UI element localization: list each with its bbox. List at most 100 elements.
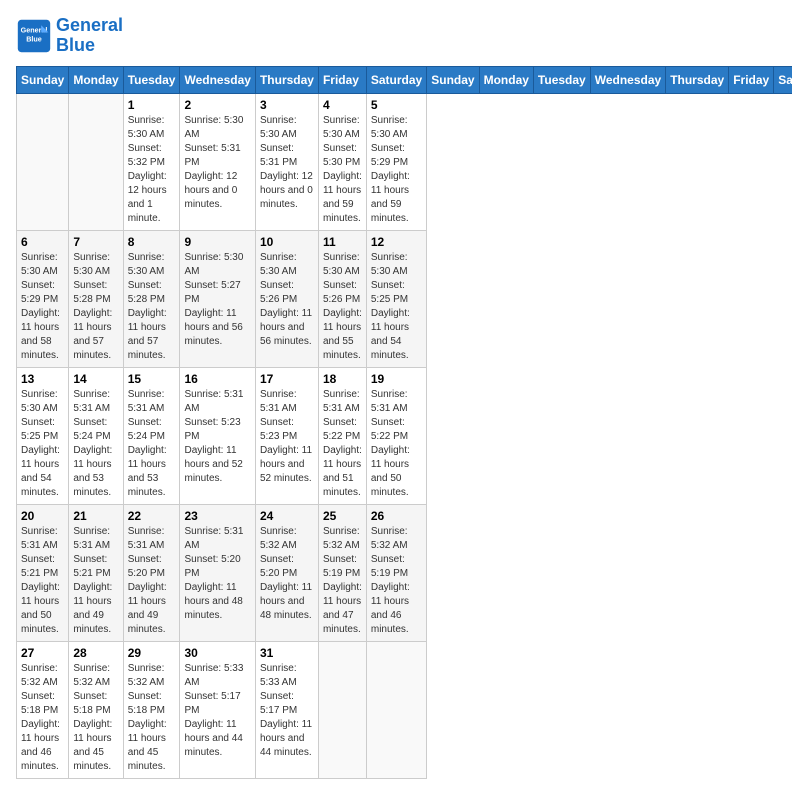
calendar-cell: 10 Sunrise: 5:30 AMSunset: 5:26 PMDayligh…	[255, 230, 318, 367]
calendar-cell: 30 Sunrise: 5:33 AMSunset: 5:17 PMDayligh…	[180, 641, 255, 778]
day-number: 30	[184, 646, 250, 660]
calendar-cell: 3 Sunrise: 5:30 AMSunset: 5:31 PMDaylight…	[255, 93, 318, 230]
day-detail: Sunrise: 5:32 AMSunset: 5:18 PMDaylight:…	[73, 662, 118, 774]
calendar-cell: 31 Sunrise: 5:33 AMSunset: 5:17 PMDayligh…	[255, 641, 318, 778]
calendar-cell: 26Sunrise: 5:32 AMSunset: 5:19 PMDayligh…	[366, 504, 426, 641]
calendar-cell: 19 Sunrise: 5:31 AMSunset: 5:22 PMDayligh…	[366, 367, 426, 504]
day-detail: Sunrise: 5:31 AMSunset: 5:22 PMDaylight:…	[323, 388, 362, 500]
calendar-cell: 14 Sunrise: 5:31 AMSunset: 5:24 PMDayligh…	[69, 367, 123, 504]
calendar-cell: 20 Sunrise: 5:31 AMSunset: 5:21 PMDayligh…	[17, 504, 69, 641]
day-detail: Sunrise: 5:31 AMSunset: 5:23 PMDaylight:…	[184, 388, 250, 486]
day-detail: Sunrise: 5:30 AMSunset: 5:27 PMDaylight:…	[184, 251, 250, 349]
day-number: 27	[21, 646, 64, 660]
calendar-cell: 21 Sunrise: 5:31 AMSunset: 5:21 PMDayligh…	[69, 504, 123, 641]
column-header-thursday: Thursday	[255, 66, 318, 93]
day-number: 4	[323, 98, 362, 112]
day-number: 19	[371, 372, 422, 386]
column-header-tuesday: Tuesday	[533, 66, 590, 93]
day-number: 2	[184, 98, 250, 112]
day-number: 11	[323, 235, 362, 249]
day-detail: Sunrise: 5:31 AMSunset: 5:21 PMDaylight:…	[21, 525, 64, 637]
day-detail: Sunrise: 5:32 AMSunset: 5:18 PMDaylight:…	[21, 662, 64, 774]
day-detail: Sunrise: 5:30 AMSunset: 5:28 PMDaylight:…	[128, 251, 176, 363]
calendar-cell: 13Sunrise: 5:30 AMSunset: 5:25 PMDayligh…	[17, 367, 69, 504]
calendar-cell: 29Sunrise: 5:32 AMSunset: 5:18 PMDayligh…	[123, 641, 180, 778]
day-number: 5	[371, 98, 422, 112]
day-detail: Sunrise: 5:31 AMSunset: 5:23 PMDaylight:…	[260, 388, 314, 486]
day-number: 12	[371, 235, 422, 249]
day-detail: Sunrise: 5:30 AMSunset: 5:25 PMDaylight:…	[21, 388, 64, 500]
day-detail: Sunrise: 5:32 AMSunset: 5:20 PMDaylight:…	[260, 525, 314, 623]
calendar-cell: 11Sunrise: 5:30 AMSunset: 5:26 PMDayligh…	[318, 230, 366, 367]
logo-general: General	[56, 15, 123, 35]
calendar-cell	[69, 93, 123, 230]
day-number: 3	[260, 98, 314, 112]
day-detail: Sunrise: 5:32 AMSunset: 5:19 PMDaylight:…	[323, 525, 362, 637]
day-number: 18	[323, 372, 362, 386]
day-detail: Sunrise: 5:31 AMSunset: 5:20 PMDaylight:…	[184, 525, 250, 623]
day-number: 8	[128, 235, 176, 249]
day-detail: Sunrise: 5:30 AMSunset: 5:29 PMDaylight:…	[21, 251, 64, 363]
calendar-cell: 16 Sunrise: 5:31 AMSunset: 5:23 PMDayligh…	[180, 367, 255, 504]
day-number: 10	[260, 235, 314, 249]
day-number: 31	[260, 646, 314, 660]
day-detail: Sunrise: 5:30 AMSunset: 5:26 PMDaylight:…	[260, 251, 314, 349]
calendar-week-row: 20 Sunrise: 5:31 AMSunset: 5:21 PMDayligh…	[17, 504, 792, 641]
day-detail: Sunrise: 5:31 AMSunset: 5:21 PMDaylight:…	[73, 525, 118, 637]
day-number: 25	[323, 509, 362, 523]
column-header-tuesday: Tuesday	[123, 66, 180, 93]
day-number: 16	[184, 372, 250, 386]
calendar-table: SundayMondayTuesdayWednesdayThursdayFrid…	[16, 66, 792, 779]
day-number: 28	[73, 646, 118, 660]
column-header-monday: Monday	[479, 66, 533, 93]
day-detail: Sunrise: 5:30 AMSunset: 5:28 PMDaylight:…	[73, 251, 118, 363]
column-header-friday: Friday	[318, 66, 366, 93]
calendar-cell: 15Sunrise: 5:31 AMSunset: 5:24 PMDayligh…	[123, 367, 180, 504]
day-number: 21	[73, 509, 118, 523]
column-header-friday: Friday	[729, 66, 774, 93]
day-detail: Sunrise: 5:30 AMSunset: 5:31 PMDaylight:…	[260, 114, 314, 212]
column-header-saturday: Saturday	[366, 66, 426, 93]
day-detail: Sunrise: 5:30 AMSunset: 5:30 PMDaylight:…	[323, 114, 362, 226]
day-detail: Sunrise: 5:30 AMSunset: 5:31 PMDaylight:…	[184, 114, 250, 212]
calendar-cell: 27 Sunrise: 5:32 AMSunset: 5:18 PMDayligh…	[17, 641, 69, 778]
calendar-cell: 28 Sunrise: 5:32 AMSunset: 5:18 PMDayligh…	[69, 641, 123, 778]
day-detail: Sunrise: 5:31 AMSunset: 5:20 PMDaylight:…	[128, 525, 176, 637]
day-detail: Sunrise: 5:33 AMSunset: 5:17 PMDaylight:…	[184, 662, 250, 760]
day-number: 23	[184, 509, 250, 523]
calendar-cell: 8 Sunrise: 5:30 AMSunset: 5:28 PMDaylight…	[123, 230, 180, 367]
column-header-sunday: Sunday	[17, 66, 69, 93]
calendar-cell: 17Sunrise: 5:31 AMSunset: 5:23 PMDayligh…	[255, 367, 318, 504]
calendar-cell: 9Sunrise: 5:30 AMSunset: 5:27 PMDaylight…	[180, 230, 255, 367]
day-detail: Sunrise: 5:30 AMSunset: 5:29 PMDaylight:…	[371, 114, 422, 226]
calendar-cell: 12 Sunrise: 5:30 AMSunset: 5:25 PMDayligh…	[366, 230, 426, 367]
calendar-cell: 2 Sunrise: 5:30 AMSunset: 5:31 PMDaylight…	[180, 93, 255, 230]
day-number: 24	[260, 509, 314, 523]
calendar-cell: 6Sunrise: 5:30 AMSunset: 5:29 PMDaylight…	[17, 230, 69, 367]
day-detail: Sunrise: 5:31 AMSunset: 5:24 PMDaylight:…	[73, 388, 118, 500]
calendar-header-row: SundayMondayTuesdayWednesdayThursdayFrid…	[17, 66, 792, 93]
day-detail: Sunrise: 5:31 AMSunset: 5:22 PMDaylight:…	[371, 388, 422, 500]
calendar-cell: 5 Sunrise: 5:30 AMSunset: 5:29 PMDaylight…	[366, 93, 426, 230]
day-number: 20	[21, 509, 64, 523]
day-number: 14	[73, 372, 118, 386]
calendar-cell: 4 Sunrise: 5:30 AMSunset: 5:30 PMDaylight…	[318, 93, 366, 230]
calendar-cell	[318, 641, 366, 778]
calendar-cell	[366, 641, 426, 778]
day-detail: Sunrise: 5:33 AMSunset: 5:17 PMDaylight:…	[260, 662, 314, 760]
svg-text:Blue: Blue	[26, 34, 42, 43]
header: General Blue General Blue	[16, 16, 776, 56]
logo-blue: Blue	[56, 35, 95, 55]
day-number: 29	[128, 646, 176, 660]
logo-icon: General Blue	[16, 18, 52, 54]
calendar-cell: 25 Sunrise: 5:32 AMSunset: 5:19 PMDayligh…	[318, 504, 366, 641]
column-header-saturday: Saturday	[774, 66, 792, 93]
day-number: 15	[128, 372, 176, 386]
day-detail: Sunrise: 5:30 AMSunset: 5:25 PMDaylight:…	[371, 251, 422, 363]
day-detail: Sunrise: 5:30 AMSunset: 5:32 PMDaylight:…	[128, 114, 176, 226]
column-header-monday: Monday	[69, 66, 123, 93]
day-number: 22	[128, 509, 176, 523]
column-header-thursday: Thursday	[666, 66, 729, 93]
calendar-week-row: 27 Sunrise: 5:32 AMSunset: 5:18 PMDayligh…	[17, 641, 792, 778]
logo: General Blue General Blue	[16, 16, 123, 56]
